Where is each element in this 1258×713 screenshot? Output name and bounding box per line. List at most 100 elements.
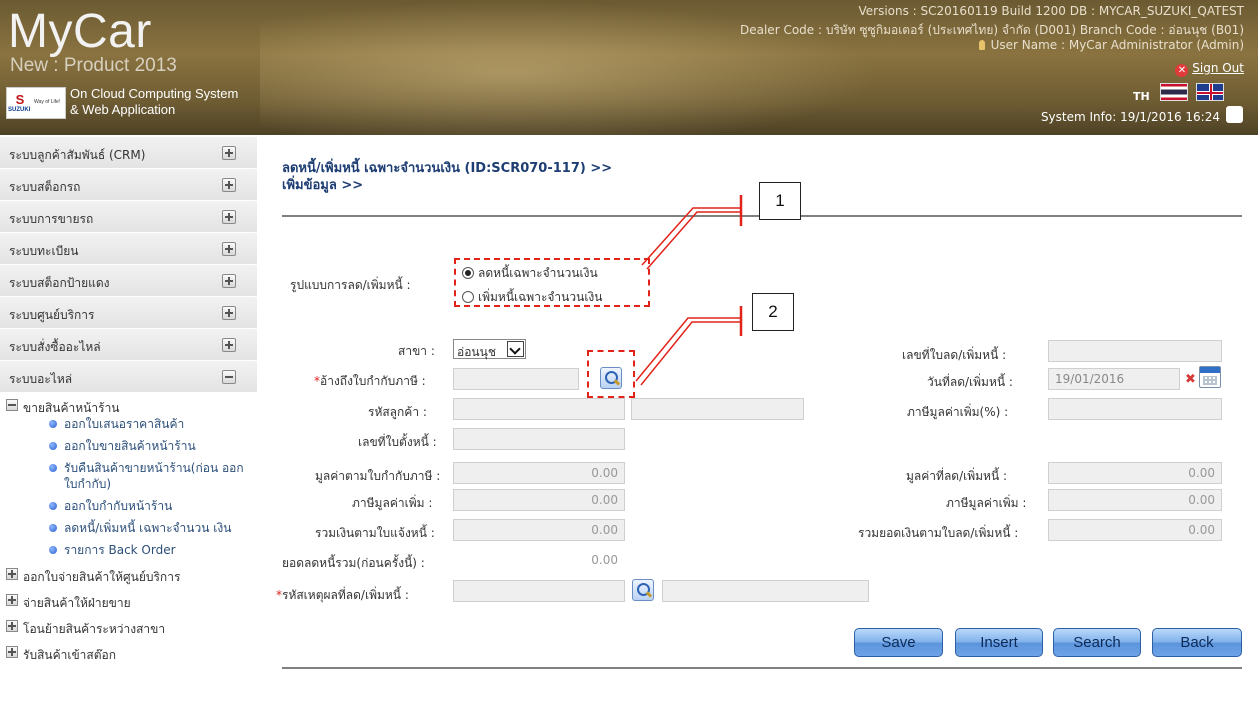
tree-node-label: โอนย้ายสินค้าระหว่างสาขา [23, 622, 166, 636]
reason-desc-field[interactable] [662, 580, 869, 602]
english-flag-icon[interactable] [1196, 83, 1224, 101]
cloud-caption-line2: & Web Application [70, 102, 176, 117]
customer-code-field[interactable] [453, 398, 625, 420]
doc-no-field[interactable] [1048, 340, 1222, 362]
tree-node-counter-sales[interactable]: ขายสินค้าหน้าร้าน [0, 395, 257, 417]
bullet-icon [49, 546, 57, 554]
reason-code-label: *รหัสเหตุผลที่ลด/เพิ่มหนี้ : [276, 588, 409, 602]
tree-leaf-label: ออกใบกำกับหน้าร้าน [64, 499, 173, 513]
user-info: User Name : MyCar Administrator (Admin) [978, 38, 1244, 52]
total-adj-label: รวมยอดเงินตามใบลด/เพิ่มหนี้ : [858, 526, 1019, 540]
sidebar-item-red-plate-stock[interactable]: ระบบสต็อกป้ายแดง [0, 265, 257, 297]
app-header: MyCar New : Product 2013 S SUZUKI Way of… [0, 0, 1258, 135]
adj-value-label: มูลค่าที่ลด/เพิ่มหนี้ : [906, 469, 1008, 483]
sidebar-item-car-stock[interactable]: ระบบสต็อกรถ [0, 169, 257, 201]
calendar-icon[interactable] [1199, 366, 1221, 388]
sidebar-item-registration[interactable]: ระบบทะเบียน [0, 233, 257, 265]
tree-leaf-label: รับคืนสินค้าขายหน้าร้าน(ก่อน ออกใบกำกับ) [64, 461, 244, 491]
vat-left-field[interactable]: 0.00 [453, 489, 625, 511]
search-button[interactable]: Search [1053, 628, 1141, 657]
bullet-icon [49, 420, 57, 428]
insert-button[interactable]: Insert [955, 628, 1043, 657]
invoice-value-field[interactable]: 0.00 [453, 462, 625, 484]
callout-line-1-outer [646, 211, 741, 270]
tax-invoice-ref-field[interactable] [453, 368, 579, 390]
debt-doc-label: เลขที่ใบตั้งหนี้ : [358, 435, 437, 449]
sign-out: ✕ Sign Out [1175, 61, 1244, 77]
reason-search-icon[interactable] [632, 579, 654, 601]
adj-value-field[interactable]: 0.00 [1048, 462, 1222, 484]
vat-percent-label: ภาษีมูลค่าเพิ่ม(%) : [907, 405, 1009, 419]
reason-code-field[interactable] [453, 580, 625, 602]
app-logo-subtitle: New : Product 2013 [10, 55, 177, 76]
customer-code-label: รหัสลูกค้า : [368, 405, 427, 419]
tree-node-issue-to-sales[interactable]: จ่ายสินค้าให้ฝ่ายขาย [0, 590, 257, 612]
sidebar-item-crm[interactable]: ระบบลูกค้าสัมพันธ์ (CRM) [0, 137, 257, 169]
expand-icon[interactable] [222, 146, 236, 160]
vat-left-label: ภาษีมูลค่าเพิ่ม : [352, 496, 433, 510]
sign-out-link[interactable]: Sign Out [1192, 61, 1244, 75]
sidebar-item-car-sales[interactable]: ระบบการขายรถ [0, 201, 257, 233]
sidebar-item-parts[interactable]: ระบบอะไหล่ [0, 361, 257, 393]
callout-badge-1: 1 [759, 182, 801, 220]
tree-leaf-back-order[interactable]: รายการ Back Order [0, 542, 257, 558]
tax-invoice-ref-label: *อ้างถึงใบกำกับภาษี : [314, 374, 426, 388]
date-field[interactable]: 19/01/2016 [1048, 368, 1180, 390]
tree-leaf-counter-sale[interactable]: ออกใบขายสินค้าหน้าร้าน [0, 438, 257, 454]
callout-line-2 [635, 317, 741, 382]
tree-node-branch-transfer[interactable]: โอนย้ายสินค้าระหว่างสาขา [0, 616, 257, 638]
expand-icon[interactable] [6, 620, 18, 632]
cloud-caption: On Cloud Computing System & Web Applicat… [70, 86, 238, 118]
user-name: User Name : MyCar Administrator (Admin) [990, 38, 1244, 52]
vat-percent-field[interactable] [1048, 398, 1222, 420]
tree-node-receive-stock[interactable]: รับสินค้าเข้าสต๊อก [0, 642, 257, 664]
type-label: รูปแบบการลด/เพิ่มหนี้ : [290, 278, 411, 292]
branch-select[interactable]: อ่อนนุช [453, 339, 526, 359]
branch-label: สาขา : [398, 344, 435, 358]
sidebar-item-label: ระบบทะเบียน [9, 244, 79, 258]
tree-node-issue-to-service[interactable]: ออกใบจ่ายสินค้าให้ศูนย์บริการ [0, 564, 257, 586]
language-label: TH [1133, 90, 1150, 103]
key-icon [978, 40, 985, 50]
sidebar-item-label: ระบบการขายรถ [9, 212, 94, 226]
chevron-down-icon[interactable] [507, 341, 524, 357]
debt-doc-field[interactable] [453, 428, 625, 450]
expand-icon[interactable] [6, 594, 18, 606]
callout-badge-2: 2 [752, 293, 794, 331]
expand-icon[interactable] [6, 568, 18, 580]
collapse-icon[interactable] [222, 370, 236, 384]
expand-icon[interactable] [222, 306, 236, 320]
expand-icon[interactable] [222, 178, 236, 192]
vat-right-field[interactable]: 0.00 [1048, 489, 1222, 511]
prev-reduce-label: ยอดลดหนี้รวม(ก่อนครั้งนี้) : [282, 556, 425, 570]
clear-date-icon[interactable]: ✖ [1185, 372, 1196, 387]
expand-icon[interactable] [222, 210, 236, 224]
save-button[interactable]: Save [854, 628, 943, 657]
tree-leaf-quotation[interactable]: ออกใบเสนอราคาสินค้า [0, 416, 257, 432]
expand-icon[interactable] [222, 338, 236, 352]
expand-icon[interactable] [222, 274, 236, 288]
sidebar: ระบบลูกค้าสัมพันธ์ (CRM) ระบบสต็อกรถ ระบ… [0, 137, 257, 664]
prev-reduce-field[interactable]: 0.00 [453, 549, 625, 571]
total-adj-field[interactable]: 0.00 [1048, 519, 1222, 541]
system-info-toggle[interactable] [1226, 106, 1243, 123]
sidebar-item-service-center[interactable]: ระบบศูนย์บริการ [0, 297, 257, 329]
bullet-icon [49, 442, 57, 450]
back-button[interactable]: Back [1152, 628, 1242, 657]
doc-no-label: เลขที่ใบลด/เพิ่มหนี้ : [902, 348, 1007, 362]
expand-icon[interactable] [222, 242, 236, 256]
total-notice-field[interactable]: 0.00 [453, 519, 625, 541]
sidebar-item-label: ระบบศูนย์บริการ [9, 308, 95, 322]
total-notice-label: รวมเงินตามใบแจ้งหนี้ : [315, 526, 435, 540]
customer-name-field[interactable] [631, 398, 804, 420]
sidebar-item-parts-order[interactable]: ระบบสั่งซื้ออะไหล่ [0, 329, 257, 361]
collapse-icon[interactable] [6, 399, 18, 411]
thai-flag-icon[interactable] [1160, 83, 1188, 101]
expand-icon[interactable] [6, 646, 18, 658]
version-info: Versions : SC20160119 Build 1200 DB : MY… [858, 4, 1244, 18]
tree-leaf-counter-invoice[interactable]: ออกใบกำกับหน้าร้าน [0, 498, 257, 514]
tree-leaf-debit-credit-note[interactable]: ลดหนี้/เพิ่มหนี้ เฉพาะจำนวน เงิน [0, 520, 250, 536]
system-info: System Info: 19/1/2016 16:24 [1040, 110, 1220, 124]
tree-leaf-counter-return[interactable]: รับคืนสินค้าขายหน้าร้าน(ก่อน ออกใบกำกับ) [0, 460, 250, 492]
date-label: วันที่ลด/เพิ่มหนี้ : [927, 375, 1013, 389]
